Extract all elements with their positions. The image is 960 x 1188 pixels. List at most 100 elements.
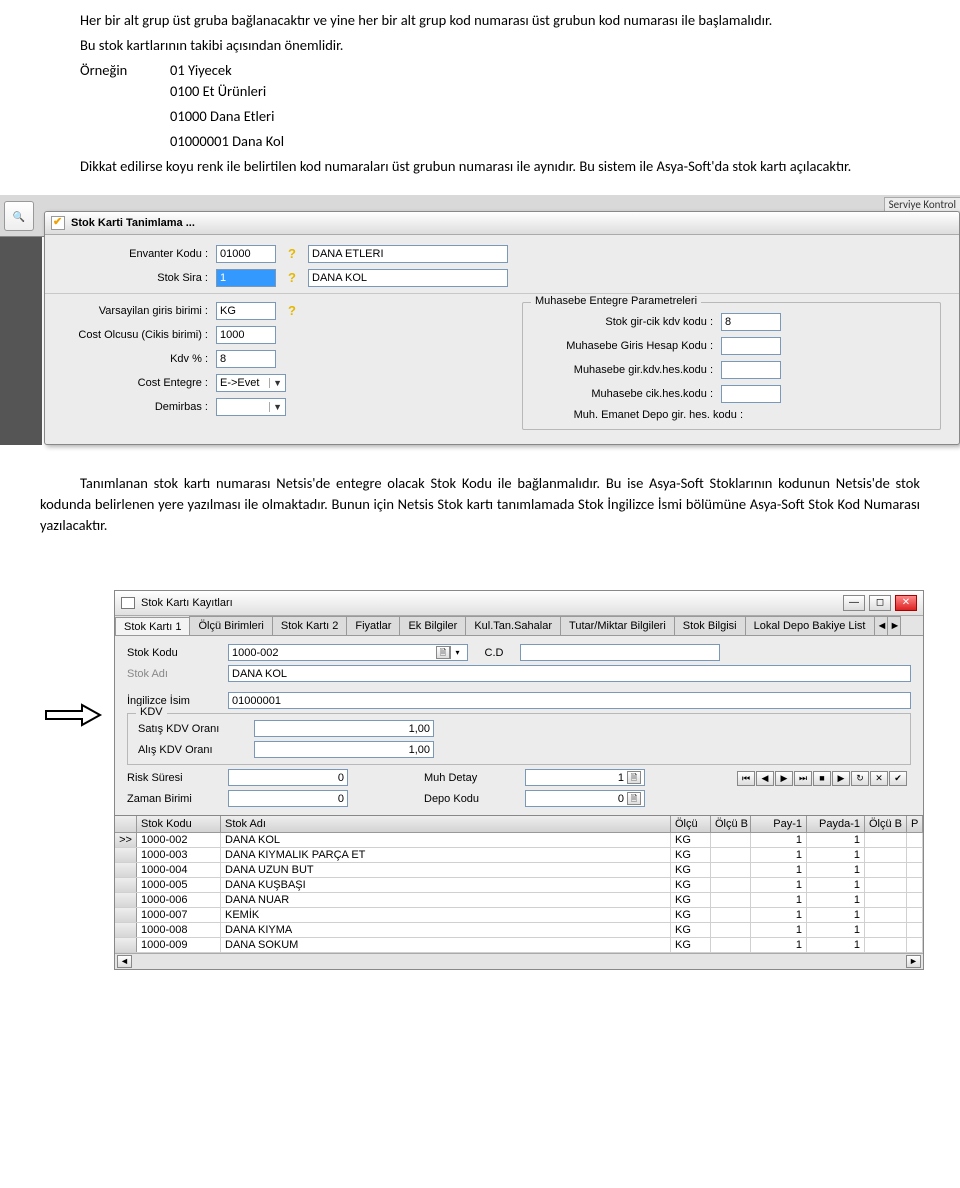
label-gircik: Stok gir-cik kdv kodu : <box>533 316 713 328</box>
input-risk-suresi[interactable]: 0 <box>228 769 348 786</box>
label-satis-kdv: Satış KDV Oranı <box>138 723 248 735</box>
input-gircik[interactable]: 8 <box>721 313 781 331</box>
input-kdv[interactable]: 8 <box>216 350 276 368</box>
scroll-left-icon[interactable]: ◄ <box>117 955 132 968</box>
table-row[interactable]: 1000-003DANA KIYMALIK PARÇA ETKG11 <box>115 848 923 863</box>
grid-header: Stok Kodu Stok Adı Ölçü Ölçü B Pay-1 Pay… <box>115 816 923 833</box>
table-row[interactable]: 1000-006DANA NUARKG11 <box>115 893 923 908</box>
select-demirbas[interactable]: ▼ <box>216 398 286 416</box>
col-p[interactable]: P <box>907 816 923 832</box>
window-title: Stok Karti Tanimlama ... <box>71 217 195 229</box>
input-girkdv[interactable] <box>721 361 781 379</box>
lookup-icon[interactable]: 🗎 <box>436 646 450 659</box>
table-row[interactable]: 1000-009DANA SOKUMKG11 <box>115 938 923 953</box>
grid-scrollbar[interactable]: ◄ ► <box>115 953 923 969</box>
window-stock-records: Stok Kartı Kayıtları — ◻ ✕ Stok Kartı 1 … <box>114 590 924 970</box>
label-girkdv: Muhasebe gir.kdv.hes.kodu : <box>533 364 713 376</box>
tab-stok-karti-2[interactable]: Stok Kartı 2 <box>272 616 347 635</box>
nav-prev[interactable]: ◀ <box>756 771 774 786</box>
nav-next[interactable]: ▶ <box>775 771 793 786</box>
example-3: 01000 Dana Etleri <box>170 106 920 127</box>
col-stok-kodu[interactable]: Stok Kodu <box>137 816 221 832</box>
table-row[interactable]: >>1000-002DANA KOLKG11 <box>115 833 923 848</box>
minimize-button[interactable]: — <box>843 595 865 611</box>
nav-stop[interactable]: ■ <box>813 771 831 786</box>
input-cd[interactable] <box>520 644 720 661</box>
label-ingilizce-isim: İngilizce İsim <box>127 695 222 707</box>
nav-last[interactable]: ⏭ <box>794 771 812 786</box>
input-stok-sira[interactable]: 1 <box>216 269 276 287</box>
input-stok-sira-ad[interactable]: DANA KOL <box>308 269 508 287</box>
label-girhes: Muhasebe Giris Hesap Kodu : <box>533 340 713 352</box>
input-alis-kdv[interactable]: 1,00 <box>254 741 434 758</box>
input-satis-kdv[interactable]: 1,00 <box>254 720 434 737</box>
toolbar-icon[interactable]: 🔍 <box>4 201 34 231</box>
table-row[interactable]: 1000-005DANA KUŞBAŞIKG11 <box>115 878 923 893</box>
input-depo-kodu[interactable]: 0 🗎 <box>525 790 645 807</box>
input-ingilizce-isim[interactable]: 01000001 <box>228 692 911 709</box>
tab-kul-tan-sahalar[interactable]: Kul.Tan.Sahalar <box>465 616 561 635</box>
lookup-icon[interactable]: 🗎 <box>627 771 641 784</box>
table-row[interactable]: 1000-007KEMİKKG11 <box>115 908 923 923</box>
tab-lokal-depo[interactable]: Lokal Depo Bakiye List <box>745 616 875 635</box>
intro-p3: Dikkat edilirse koyu renk ile belirtilen… <box>40 156 920 177</box>
table-row[interactable]: 1000-004DANA UZUN BUTKG11 <box>115 863 923 878</box>
nav-save[interactable]: ✔ <box>889 771 907 786</box>
nav-delete[interactable]: ✕ <box>870 771 888 786</box>
label-vgbirim: Varsayilan giris birimi : <box>63 305 208 317</box>
tab-stok-karti-1[interactable]: Stok Kartı 1 <box>115 617 190 636</box>
col-olcu-b2[interactable]: Ölçü B <box>865 816 907 832</box>
tab-olcu-birimleri[interactable]: Ölçü Birimleri <box>189 616 272 635</box>
middle-text: Tanımlanan stok kartı numarası Netsis'de… <box>0 473 960 536</box>
group-kdv-title: KDV <box>136 706 167 718</box>
row-marker <box>115 908 137 922</box>
tab-tutar-miktar[interactable]: Tutar/Miktar Bilgileri <box>560 616 675 635</box>
scroll-right-icon[interactable]: ► <box>906 955 921 968</box>
tab-stok-bilgisi[interactable]: Stok Bilgisi <box>674 616 746 635</box>
select-costent[interactable]: E->Evet▼ <box>216 374 286 392</box>
label-depo-kodu: Depo Kodu <box>424 793 519 805</box>
row-marker: >> <box>115 833 137 847</box>
col-stok-adi[interactable]: Stok Adı <box>221 816 671 832</box>
input-vgbirim[interactable]: KG <box>216 302 276 320</box>
input-stok-adi[interactable]: DANA KOL <box>228 665 911 682</box>
col-olcu-b[interactable]: Ölçü B <box>711 816 751 832</box>
input-envanter-kodu[interactable]: 01000 <box>216 245 276 263</box>
input-stok-kodu[interactable]: 1000-002 🗎 ▾ <box>228 644 468 661</box>
label-costolcu: Cost Olcusu (Cikis birimi) : <box>63 329 208 341</box>
window-icon <box>51 216 65 230</box>
input-zaman-birimi[interactable]: 0 <box>228 790 348 807</box>
tab-scroll-right[interactable]: ► <box>887 616 901 635</box>
app-sidebar <box>0 237 42 445</box>
nav-play[interactable]: ▶ <box>832 771 850 786</box>
tab-scroll-left[interactable]: ◄ <box>874 616 888 635</box>
col-pay1[interactable]: Pay-1 <box>751 816 807 832</box>
help-icon[interactable]: ? <box>284 246 300 262</box>
maximize-button[interactable]: ◻ <box>869 595 891 611</box>
col-olcu[interactable]: Ölçü <box>671 816 711 832</box>
input-cikhes[interactable] <box>721 385 781 403</box>
tab-bar: Stok Kartı 1 Ölçü Birimleri Stok Kartı 2… <box>115 616 923 636</box>
row-marker <box>115 938 137 952</box>
help-icon[interactable]: ? <box>284 270 300 286</box>
input-envanter-ad[interactable]: DANA ETLERI <box>308 245 508 263</box>
close-button[interactable]: ✕ <box>895 595 917 611</box>
input-costolcu[interactable]: 1000 <box>216 326 276 344</box>
tab-ek-bilgiler[interactable]: Ek Bilgiler <box>399 616 466 635</box>
window-title: Stok Kartı Kayıtları <box>141 597 233 609</box>
table-row[interactable]: 1000-008DANA KIYMAKG11 <box>115 923 923 938</box>
input-muh-detay[interactable]: 1 🗎 <box>525 769 645 786</box>
input-girhes[interactable] <box>721 337 781 355</box>
lookup-icon[interactable]: 🗎 <box>627 792 641 805</box>
tab-fiyatlar[interactable]: Fiyatlar <box>346 616 400 635</box>
help-icon[interactable]: ? <box>284 303 300 319</box>
side-tab-label[interactable]: Serviye Kontrol <box>884 197 960 211</box>
data-grid[interactable]: Stok Kodu Stok Adı Ölçü Ölçü B Pay-1 Pay… <box>115 815 923 969</box>
chevron-down-icon[interactable]: ▾ <box>450 646 464 659</box>
intro-p1: Her bir alt grup üst gruba bağlanacaktır… <box>40 10 920 31</box>
nav-first[interactable]: ⏮ <box>737 771 755 786</box>
nav-refresh[interactable]: ↻ <box>851 771 869 786</box>
col-payda1[interactable]: Payda-1 <box>807 816 865 832</box>
intro-text: Her bir alt grup üst gruba bağlanacaktır… <box>0 10 960 177</box>
label-cd: C.D <box>474 647 514 659</box>
